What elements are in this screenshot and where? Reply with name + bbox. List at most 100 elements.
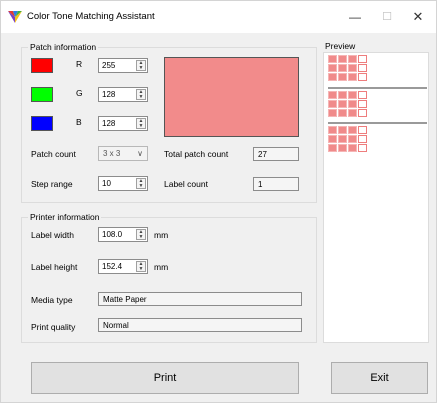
preview-patch xyxy=(348,126,357,134)
patch-count-label: Patch count xyxy=(31,149,76,159)
media-type-field: Matte Paper xyxy=(98,292,302,306)
preview-patch xyxy=(358,135,367,143)
chevron-down-icon: ∨ xyxy=(137,149,143,158)
red-swatch xyxy=(31,58,53,73)
preview-patch xyxy=(328,144,337,152)
preview-patch xyxy=(348,109,357,117)
preview-patch xyxy=(338,73,347,81)
preview-patch xyxy=(338,109,347,117)
printer-information-heading: Printer information xyxy=(28,212,102,222)
label-width-label: Label width xyxy=(31,230,75,240)
media-type-label: Media type xyxy=(31,295,73,305)
preview-divider xyxy=(328,87,427,89)
label-count-label: Label count xyxy=(164,179,208,189)
label-count-field: 1 xyxy=(253,177,299,191)
preview-panel xyxy=(323,52,429,343)
media-type-value: Matte Paper xyxy=(103,295,147,304)
spinner-arrows-icon[interactable]: ▲ ▼ xyxy=(136,178,146,189)
r-value: 255 xyxy=(102,61,116,70)
app-logo-icon xyxy=(8,11,22,23)
print-quality-value: Normal xyxy=(103,321,129,330)
preview-patch xyxy=(328,91,337,99)
preview-patch xyxy=(358,64,367,72)
preview-patch xyxy=(348,91,357,99)
maximize-button[interactable]: ☐ xyxy=(373,7,401,27)
preview-patch xyxy=(328,73,337,81)
preview-patch xyxy=(358,55,367,63)
label-height-unit: mm xyxy=(154,262,169,272)
preview-label-3 xyxy=(328,126,427,154)
color-preview-box xyxy=(164,57,299,137)
patch-information-heading: Patch information xyxy=(28,42,99,52)
preview-patch xyxy=(338,64,347,72)
print-button[interactable]: Print xyxy=(31,362,299,394)
preview-patch xyxy=(348,135,357,143)
print-quality-field: Normal xyxy=(98,318,302,332)
label-height-label: Label height xyxy=(31,262,78,272)
preview-patch xyxy=(358,100,367,108)
preview-patch xyxy=(348,100,357,108)
spinner-arrows-icon[interactable]: ▲ ▼ xyxy=(136,229,146,240)
preview-divider xyxy=(328,122,427,124)
app-window: Color Tone Matching Assistant — ☐ ✕ Patc… xyxy=(0,0,437,403)
preview-patch xyxy=(358,109,367,117)
b-value: 128 xyxy=(102,119,116,128)
total-patch-count-label: Total patch count xyxy=(164,149,229,159)
step-range-label: Step range xyxy=(31,179,73,189)
title-bar: Color Tone Matching Assistant — ☐ ✕ xyxy=(1,1,436,33)
label-width-value: 108.0 xyxy=(102,230,123,239)
step-range-value: 10 xyxy=(102,179,111,188)
preview-patch xyxy=(338,55,347,63)
preview-heading: Preview xyxy=(325,41,356,51)
preview-patch xyxy=(348,55,357,63)
preview-patch xyxy=(338,126,347,134)
preview-label-2 xyxy=(328,91,427,119)
total-patch-count-field: 27 xyxy=(253,147,299,161)
print-quality-label: Print quality xyxy=(31,322,76,332)
label-height-value: 152.4 xyxy=(102,262,123,271)
exit-button[interactable]: Exit xyxy=(331,362,428,394)
close-button[interactable]: ✕ xyxy=(404,7,432,27)
preview-patch xyxy=(338,144,347,152)
preview-patch xyxy=(328,135,337,143)
label-width-spinner[interactable]: 108.0 ▲ ▼ xyxy=(98,227,148,242)
preview-patch xyxy=(358,73,367,81)
preview-patch xyxy=(358,91,367,99)
preview-patch xyxy=(338,100,347,108)
window-title: Color Tone Matching Assistant xyxy=(27,11,155,22)
preview-patch xyxy=(348,73,357,81)
green-swatch xyxy=(31,87,53,102)
preview-patch xyxy=(358,144,367,152)
preview-patch xyxy=(348,64,357,72)
preview-patch xyxy=(328,126,337,134)
label-height-spinner[interactable]: 152.4 ▲ ▼ xyxy=(98,259,148,274)
r-value-spinner[interactable]: 255 ▲ ▼ xyxy=(98,58,148,73)
total-patch-count-value: 27 xyxy=(258,150,267,159)
r-label: R xyxy=(76,59,83,69)
g-label: G xyxy=(76,88,83,98)
preview-patch xyxy=(328,64,337,72)
g-value: 128 xyxy=(102,90,116,99)
preview-patch xyxy=(358,126,367,134)
blue-swatch xyxy=(31,116,53,131)
step-range-spinner[interactable]: 10 ▲ ▼ xyxy=(98,176,148,191)
spinner-arrows-icon[interactable]: ▲ ▼ xyxy=(136,261,146,272)
g-value-spinner[interactable]: 128 ▲ ▼ xyxy=(98,87,148,102)
patch-count-value: 3 x 3 xyxy=(103,149,121,158)
preview-patch xyxy=(348,144,357,152)
preview-patch xyxy=(338,91,347,99)
spinner-arrows-icon[interactable]: ▲ ▼ xyxy=(136,89,146,100)
label-count-value: 1 xyxy=(258,180,263,189)
spinner-arrows-icon[interactable]: ▲ ▼ xyxy=(136,118,146,129)
preview-patch xyxy=(338,135,347,143)
patch-count-select[interactable]: 3 x 3 ∨ xyxy=(98,146,148,161)
preview-patch xyxy=(328,55,337,63)
minimize-button[interactable]: — xyxy=(341,7,369,27)
b-value-spinner[interactable]: 128 ▲ ▼ xyxy=(98,116,148,131)
preview-label-1 xyxy=(328,55,427,83)
label-width-unit: mm xyxy=(154,230,169,240)
spinner-arrows-icon[interactable]: ▲ ▼ xyxy=(136,60,146,71)
preview-patch xyxy=(328,109,337,117)
b-label: B xyxy=(76,117,82,127)
preview-patch xyxy=(328,100,337,108)
